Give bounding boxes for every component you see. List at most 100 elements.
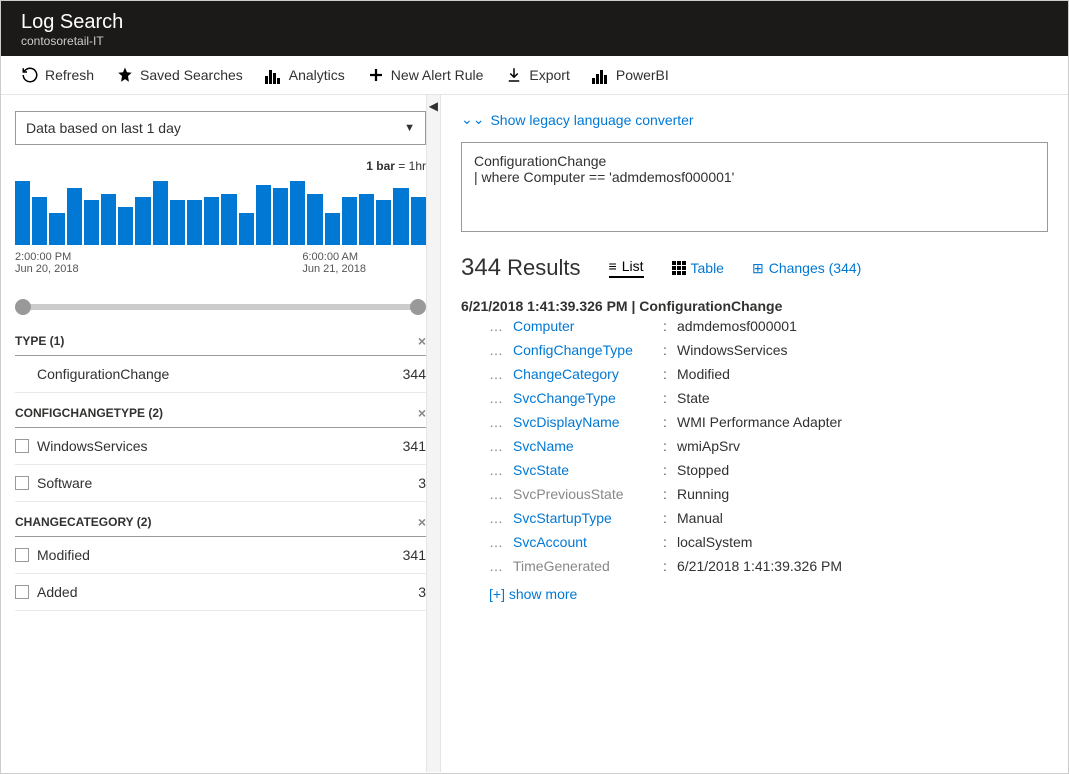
slider-end-knob[interactable] — [410, 299, 426, 315]
property-key[interactable]: TimeGenerated — [513, 558, 663, 574]
property-key[interactable]: ConfigChangeType — [513, 342, 663, 358]
property-value: Manual — [677, 510, 723, 526]
ellipsis-icon[interactable]: … — [489, 342, 513, 358]
histogram-bar[interactable] — [135, 197, 150, 245]
property-key[interactable]: ChangeCategory — [513, 366, 663, 382]
export-button[interactable]: Export — [505, 66, 569, 84]
checkbox[interactable] — [15, 439, 29, 453]
ellipsis-icon[interactable]: … — [489, 486, 513, 502]
histogram-bar[interactable] — [153, 181, 168, 245]
ellipsis-icon[interactable]: … — [489, 318, 513, 334]
checkbox[interactable] — [15, 476, 29, 490]
refresh-icon — [21, 66, 39, 84]
query-editor[interactable]: ConfigurationChange | where Computer == … — [461, 142, 1048, 232]
facet-count: 341 — [403, 438, 426, 454]
legacy-converter-link[interactable]: ⌄⌄ Show legacy language converter — [461, 111, 1048, 128]
histogram-bar[interactable] — [342, 197, 357, 245]
facet-row[interactable]: Software3 — [15, 465, 426, 502]
ellipsis-icon[interactable]: … — [489, 558, 513, 574]
histogram-bar[interactable] — [273, 188, 288, 245]
histogram-bar[interactable] — [118, 207, 133, 245]
refresh-button[interactable]: Refresh — [21, 66, 94, 84]
histogram-bar[interactable] — [221, 194, 236, 245]
download-icon — [505, 66, 523, 84]
histogram-bar[interactable] — [67, 188, 82, 245]
facet-count: 344 — [403, 366, 426, 382]
panel-collapse-handle[interactable]: ◀ — [426, 95, 440, 772]
facet-changecategory: CHANGECATEGORY (2)×Modified341Added3 — [15, 514, 426, 611]
checkbox[interactable] — [15, 585, 29, 599]
histogram-bar[interactable] — [359, 194, 374, 245]
property-value: WMI Performance Adapter — [677, 414, 842, 430]
plus-icon — [367, 66, 385, 84]
facet-row[interactable]: ConfigurationChange344 — [15, 356, 426, 393]
analytics-icon — [265, 66, 283, 84]
property-key[interactable]: SvcChangeType — [513, 390, 663, 406]
histogram-chart[interactable] — [15, 175, 426, 245]
histogram-bar[interactable] — [15, 181, 30, 245]
histogram-bar[interactable] — [393, 188, 408, 245]
property-row: …SvcChangeType:State — [461, 386, 1048, 410]
property-value: State — [677, 390, 710, 406]
new-alert-rule-button[interactable]: New Alert Rule — [367, 66, 484, 84]
property-key[interactable]: SvcAccount — [513, 534, 663, 550]
close-icon[interactable]: × — [418, 514, 426, 530]
analytics-button[interactable]: Analytics — [265, 66, 345, 84]
ellipsis-icon[interactable]: … — [489, 438, 513, 454]
property-key[interactable]: Computer — [513, 318, 663, 334]
view-table-tab[interactable]: Table — [672, 260, 724, 276]
facet-type: TYPE (1)×ConfigurationChange344 — [15, 333, 426, 393]
histogram-bar[interactable] — [307, 194, 322, 245]
facet-row[interactable]: Added3 — [15, 574, 426, 611]
property-key[interactable]: SvcState — [513, 462, 663, 478]
facet-count: 341 — [403, 547, 426, 563]
ellipsis-icon[interactable]: … — [489, 510, 513, 526]
facet-row[interactable]: Modified341 — [15, 537, 426, 574]
view-list-tab[interactable]: ≡List — [609, 258, 644, 278]
facet-count: 3 — [418, 475, 426, 491]
histogram-bar[interactable] — [170, 200, 185, 245]
powerbi-button[interactable]: PowerBI — [592, 66, 669, 84]
ellipsis-icon[interactable]: … — [489, 390, 513, 406]
property-key[interactable]: SvcName — [513, 438, 663, 454]
property-row: …SvcState:Stopped — [461, 458, 1048, 482]
property-key[interactable]: SvcPreviousState — [513, 486, 663, 502]
histogram-bar[interactable] — [49, 213, 64, 245]
ellipsis-icon[interactable]: … — [489, 414, 513, 430]
histogram-bar[interactable] — [376, 200, 391, 245]
facet-row[interactable]: WindowsServices341 — [15, 428, 426, 465]
close-icon[interactable]: × — [418, 405, 426, 421]
histogram-bar[interactable] — [290, 181, 305, 245]
checkbox[interactable] — [15, 548, 29, 562]
ellipsis-icon[interactable]: … — [489, 462, 513, 478]
histogram-bar[interactable] — [411, 197, 426, 245]
histogram-bar[interactable] — [256, 185, 271, 245]
show-more-link[interactable]: [+] show more — [489, 586, 1048, 602]
changes-icon: ⊞ — [752, 260, 764, 277]
chart-axis: 2:00:00 PMJun 20, 2018 6:00:00 AMJun 21,… — [15, 251, 426, 275]
histogram-bar[interactable] — [325, 213, 340, 245]
close-icon[interactable]: × — [418, 333, 426, 349]
property-row: …SvcAccount:localSystem — [461, 530, 1048, 554]
ellipsis-icon[interactable]: … — [489, 534, 513, 550]
facet-configchangetype: CONFIGCHANGETYPE (2)×WindowsServices341S… — [15, 405, 426, 502]
histogram-bar[interactable] — [101, 194, 116, 245]
saved-searches-button[interactable]: Saved Searches — [116, 66, 243, 84]
slider-start-knob[interactable] — [15, 299, 31, 315]
property-key[interactable]: SvcDisplayName — [513, 414, 663, 430]
results-header: 344 Results ≡List Table ⊞Changes (344) — [461, 254, 1048, 282]
histogram-bar[interactable] — [32, 197, 47, 245]
star-icon — [116, 66, 134, 84]
property-row: …SvcDisplayName:WMI Performance Adapter — [461, 410, 1048, 434]
histogram-bar[interactable] — [204, 197, 219, 245]
histogram-bar[interactable] — [187, 200, 202, 245]
property-key[interactable]: SvcStartupType — [513, 510, 663, 526]
histogram-bar[interactable] — [239, 213, 254, 245]
property-row: …ConfigChangeType:WindowsServices — [461, 338, 1048, 362]
time-slider[interactable] — [15, 299, 426, 315]
property-row: …SvcPreviousState:Running — [461, 482, 1048, 506]
view-changes-tab[interactable]: ⊞Changes (344) — [752, 260, 861, 277]
ellipsis-icon[interactable]: … — [489, 366, 513, 382]
time-range-dropdown[interactable]: Data based on last 1 day ▼ — [15, 111, 426, 145]
histogram-bar[interactable] — [84, 200, 99, 245]
